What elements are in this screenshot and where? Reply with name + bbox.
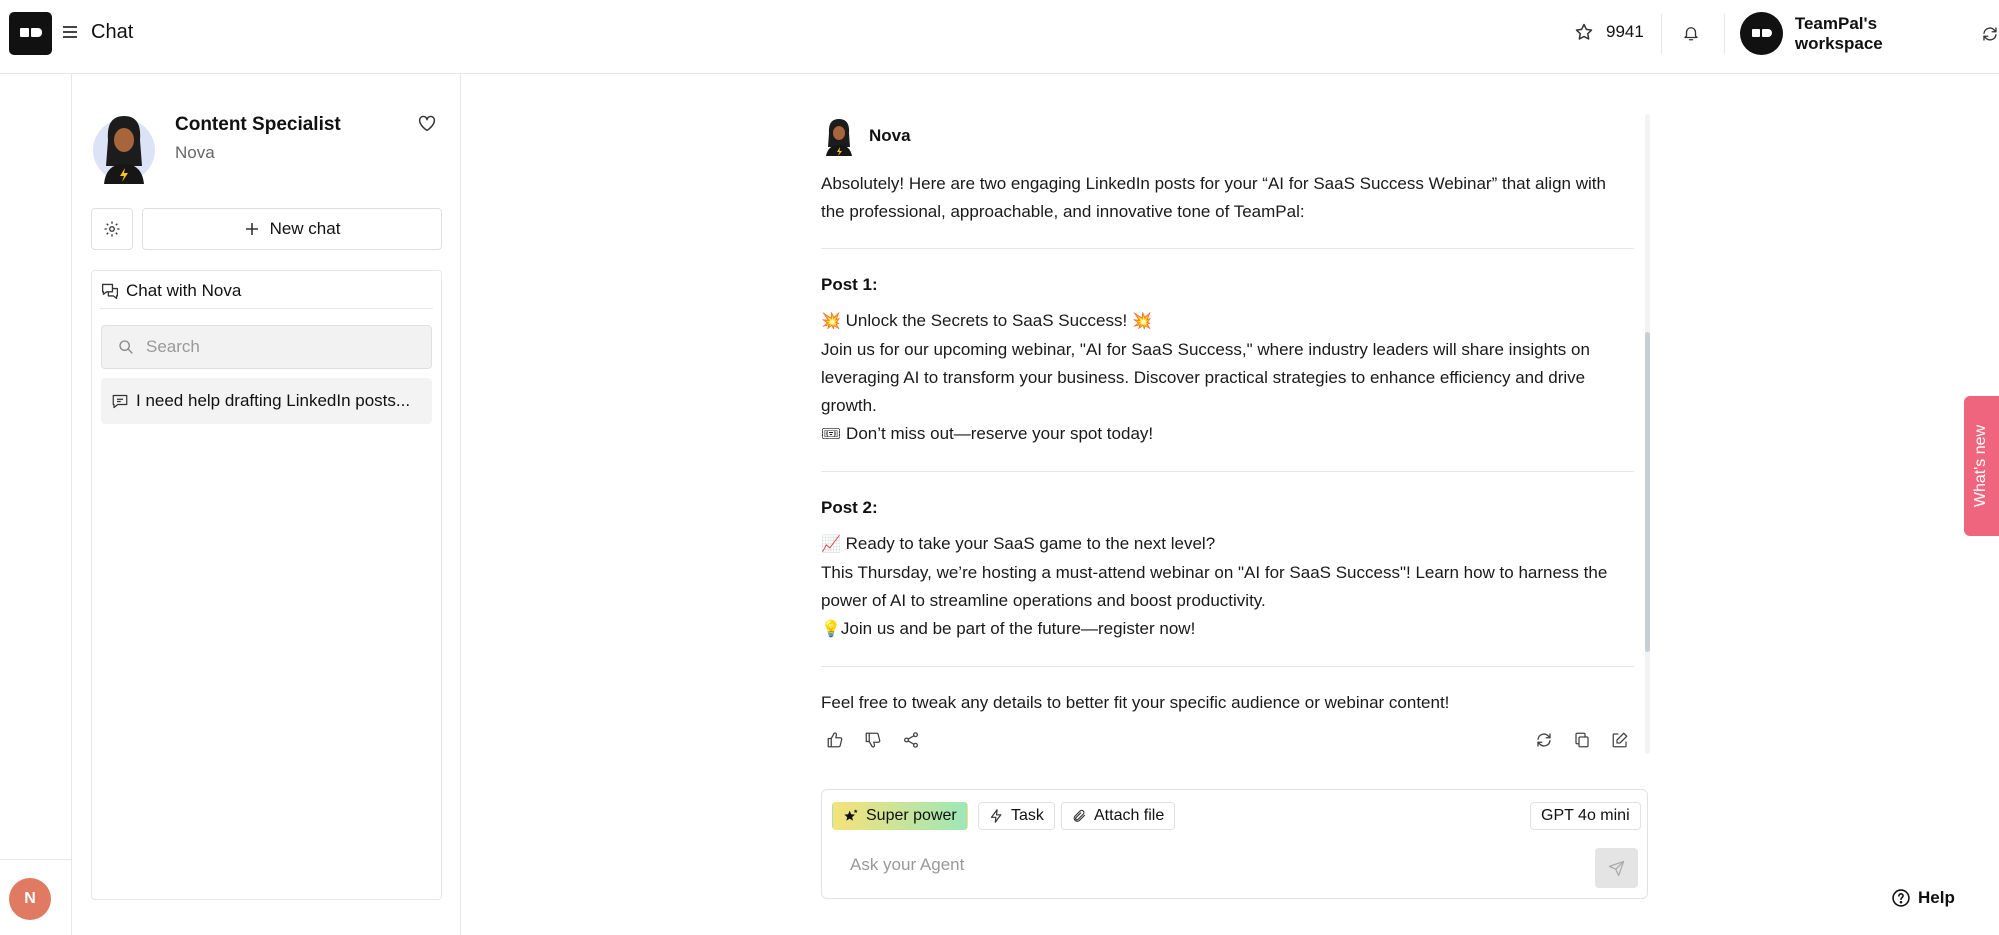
agent-settings-button[interactable]: [91, 208, 133, 250]
conversation-list-header: Chat with Nova: [100, 279, 433, 309]
gear-icon: [104, 221, 120, 237]
sender-avatar: [826, 119, 852, 156]
share-icon[interactable]: [897, 728, 925, 752]
agent-title: Content Specialist: [175, 114, 341, 135]
chat-scrollbar[interactable]: [1645, 114, 1650, 754]
thumbs-down-icon[interactable]: [859, 728, 887, 752]
message-composer: Super power Task Attach file GPT 4o mini: [821, 789, 1648, 899]
message-actions: [1530, 728, 1634, 752]
attach-file-button[interactable]: Attach file: [1061, 802, 1176, 830]
model-selector[interactable]: GPT 4o mini: [1530, 802, 1641, 830]
workspace-name: TeamPal's workspace: [1794, 13, 1883, 53]
new-chat-button[interactable]: New chat: [142, 208, 442, 250]
conversation-item[interactable]: I need help drafting LinkedIn posts...: [101, 378, 432, 424]
chat-message: Nova Absolutely! Here are two engaging L…: [821, 112, 1634, 717]
workspace-logo: [1740, 12, 1783, 55]
post-2-body: This Thursday, we’re hosting a must-atte…: [821, 563, 1608, 610]
conversation-label: I need help drafting LinkedIn posts...: [136, 391, 411, 410]
post-1-headline-text: Unlock the Secrets to SaaS Success!: [845, 311, 1128, 330]
favorite-heart-icon[interactable]: [417, 114, 437, 137]
ticket-emoji: 🎟: [821, 426, 842, 443]
post-2-headline: 📈 Ready to take your SaaS game to the ne…: [821, 530, 1634, 559]
left-rail: N: [0, 74, 72, 935]
edit-icon[interactable]: [1606, 728, 1634, 752]
help-icon: [1892, 889, 1910, 907]
menu-icon[interactable]: [63, 25, 79, 39]
stars-count: 9941: [1606, 22, 1644, 41]
task-button[interactable]: Task: [978, 802, 1055, 830]
scrollbar-thumb[interactable]: [1645, 332, 1650, 652]
model-label: GPT 4o mini: [1541, 807, 1630, 824]
super-power-label: Super power: [866, 807, 957, 824]
star-icon: [1575, 23, 1593, 40]
post-2-headline-text: Ready to take your SaaS game to the next…: [845, 534, 1216, 553]
post-2-cta-text: Join us and be part of the future—regist…: [840, 619, 1196, 638]
top-bar: Chat 9941 TeamPal's workspace: [0, 0, 1999, 74]
search-box[interactable]: Search: [101, 325, 432, 369]
post-1-headline: 💥 Unlock the Secrets to SaaS Success! 💥: [821, 307, 1634, 336]
divider: [1724, 14, 1725, 54]
post-2-cta: 💡Join us and be part of the future—regis…: [821, 615, 1634, 644]
lightning-icon: [990, 809, 1002, 823]
divider: [821, 471, 1634, 472]
task-label: Task: [1011, 807, 1044, 824]
search-placeholder: Search: [146, 337, 200, 356]
feedback-actions: [821, 728, 925, 752]
send-button[interactable]: [1595, 848, 1638, 888]
sparkle-star-icon: [844, 809, 858, 821]
post-1-cta: 🎟 Don’t miss out—reserve your spot today…: [821, 420, 1634, 449]
post-1-body: Join us for our upcoming webinar, "AI fo…: [821, 340, 1590, 415]
agent-name: Nova: [175, 143, 215, 162]
chart-emoji: 📈: [821, 536, 841, 553]
message-intro: Absolutely! Here are two engaging Linked…: [821, 174, 1606, 221]
conversation-list-title: Chat with Nova: [126, 280, 242, 300]
post-1-cta-text: Don’t miss out—reserve your spot today!: [846, 424, 1154, 443]
post-2-title: Post 2:: [821, 498, 878, 517]
agent-avatar: [93, 116, 155, 184]
whats-new-tab[interactable]: What's new: [1964, 396, 1999, 536]
message-header: Nova: [821, 112, 1634, 160]
message-icon: [112, 394, 128, 408]
divider: [821, 666, 1634, 667]
new-chat-label: New chat: [269, 219, 341, 238]
divider: [1661, 14, 1662, 54]
attach-file-label: Attach file: [1094, 807, 1165, 824]
divider: [821, 248, 1634, 249]
user-avatar[interactable]: N: [9, 878, 51, 920]
lightbulb-emoji: 💡: [821, 621, 841, 638]
sender-name: Nova: [869, 126, 911, 145]
paperclip-icon: [1073, 809, 1086, 822]
whats-new-label: What's new: [1972, 424, 1990, 508]
send-icon: [1608, 860, 1625, 876]
search-icon: [119, 340, 133, 354]
post-1-headline-emoji-end: 💥: [1131, 313, 1152, 330]
switch-icon: [1983, 26, 1997, 41]
chat-bubbles-icon: [101, 283, 119, 299]
workspace-switcher[interactable]: TeamPal's workspace: [1740, 12, 1999, 55]
conversation-list: Chat with Nova Search I need help drafti…: [91, 270, 442, 900]
ask-input[interactable]: [850, 855, 1590, 875]
regenerate-icon[interactable]: [1530, 728, 1558, 752]
copy-icon[interactable]: [1568, 728, 1596, 752]
super-power-button[interactable]: Super power: [832, 802, 968, 830]
notification-bell-icon[interactable]: [1682, 23, 1700, 48]
divider: [0, 859, 72, 860]
message-outro: Feel free to tweak any details to better…: [821, 693, 1450, 712]
agent-panel: Content Specialist Nova New chat Chat wi…: [72, 74, 461, 935]
thumbs-up-icon[interactable]: [821, 728, 849, 752]
plus-icon: [245, 223, 258, 235]
page-title: Chat: [91, 21, 134, 43]
stars-counter[interactable]: 9941: [1574, 22, 1644, 42]
help-label: Help: [1918, 888, 1955, 907]
app-logo[interactable]: [9, 12, 52, 55]
post-1-title: Post 1:: [821, 275, 878, 294]
post-1-headline-emoji: 💥: [821, 313, 841, 330]
help-button[interactable]: Help: [1891, 888, 1955, 908]
